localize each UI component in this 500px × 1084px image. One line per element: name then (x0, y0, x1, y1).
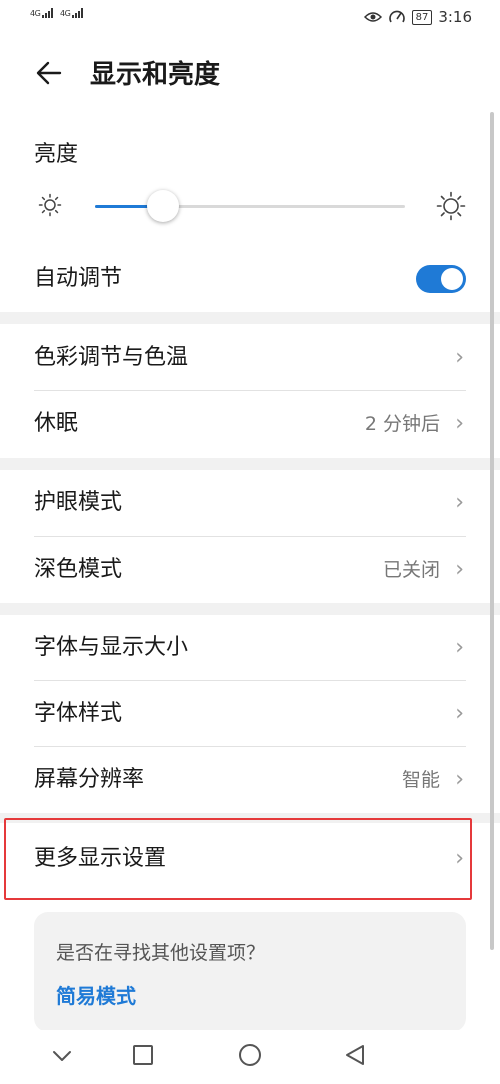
nav-hide-icon[interactable] (52, 1050, 72, 1062)
auto-adjust-label: 自动调节 (34, 266, 123, 291)
signal-sim2-icon: 4G (60, 8, 86, 18)
brightness-slider[interactable] (95, 190, 405, 222)
nav-back-icon[interactable] (344, 1044, 366, 1066)
speed-icon (388, 10, 405, 23)
font-display-size-label: 字体与显示大小 (34, 635, 189, 660)
simple-mode-link[interactable]: 简易模式 (56, 980, 136, 1009)
sleep-value: 2 分钟后 (364, 413, 440, 435)
clock: 3:16 (438, 8, 472, 26)
eye-icon (363, 12, 382, 22)
sleep-row[interactable]: 休眠 2 分钟后 › (34, 391, 466, 457)
color-temp-row[interactable]: 色彩调节与色温 › (34, 325, 466, 391)
scrollbar[interactable] (490, 112, 494, 950)
sleep-label: 休眠 (34, 411, 79, 436)
auto-adjust-toggle[interactable] (416, 265, 466, 293)
font-style-row[interactable]: 字体样式 › (34, 681, 466, 747)
highlight-box (4, 818, 472, 900)
brightness-label: 亮度 (34, 142, 79, 167)
suggestion-question: 是否在寻找其他设置项？ (56, 942, 266, 964)
chevron-right-icon: › (455, 635, 464, 660)
status-bar: 4G 4G 87 3:16 (0, 0, 500, 36)
chevron-right-icon: › (455, 490, 464, 515)
chevron-right-icon: › (455, 701, 464, 726)
sun-small-icon (38, 193, 62, 217)
font-style-label: 字体样式 (34, 701, 123, 726)
back-arrow-icon[interactable] (34, 58, 64, 88)
page-title: 显示和亮度 (90, 60, 221, 90)
section-gap (0, 458, 500, 470)
font-display-size-row[interactable]: 字体与显示大小 › (34, 615, 466, 681)
page-header: 显示和亮度 (0, 52, 500, 98)
nav-recents-icon[interactable] (132, 1044, 154, 1066)
color-temp-label: 色彩调节与色温 (34, 345, 189, 370)
eye-comfort-label: 护眼模式 (34, 490, 123, 515)
resolution-row[interactable]: 屏幕分辨率 智能 › (34, 747, 466, 813)
eye-comfort-row[interactable]: 护眼模式 › (34, 470, 466, 536)
dark-mode-row[interactable]: 深色模式 已关闭 › (34, 537, 466, 603)
status-right-group: 87 3:16 (363, 8, 472, 26)
dark-mode-label: 深色模式 (34, 557, 123, 582)
signal-bars-icon (42, 8, 54, 18)
sim1-network-label: 4G (30, 9, 41, 18)
signal-sim1-icon: 4G (30, 8, 56, 18)
sun-large-icon (436, 191, 466, 221)
section-gap (0, 312, 500, 324)
brightness-slider-knob[interactable] (147, 190, 180, 222)
chevron-right-icon: › (455, 767, 464, 792)
chevron-right-icon: › (455, 345, 464, 370)
resolution-label: 屏幕分辨率 (34, 767, 145, 792)
chevron-right-icon: › (455, 411, 464, 436)
section-gap (0, 603, 500, 615)
auto-adjust-row: 自动调节 (34, 246, 466, 312)
resolution-value: 智能 (401, 769, 440, 791)
suggestion-card: 是否在寻找其他设置项？ 简易模式 (34, 912, 466, 1032)
sim2-network-label: 4G (60, 9, 71, 18)
toggle-thumb (441, 268, 463, 290)
signal-bars-icon (72, 8, 84, 18)
chevron-right-icon: › (455, 557, 464, 582)
dark-mode-value: 已关闭 (382, 559, 440, 581)
nav-home-icon[interactable] (238, 1043, 262, 1067)
navigation-bar (0, 1030, 500, 1084)
battery-icon: 87 (411, 9, 433, 25)
